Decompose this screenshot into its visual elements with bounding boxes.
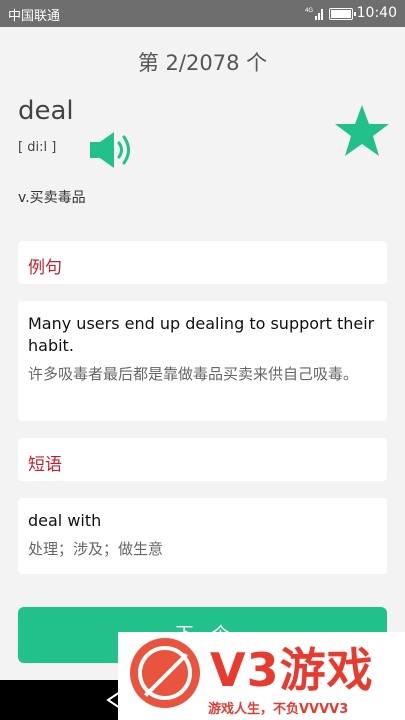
ad-logo-text: V3游戏 xyxy=(210,643,374,697)
example-chinese: 许多吸毒者最后都是靠做毒品买卖来供自己吸毒。 xyxy=(28,365,359,383)
phonetic: [ di:l ] xyxy=(18,140,57,155)
phrase-english: deal with xyxy=(28,511,102,530)
ad-logo-icon xyxy=(130,638,200,708)
word-meaning: v.买卖毒品 xyxy=(18,190,86,206)
status-bar: 中国联通 4G 10:40 xyxy=(0,0,405,27)
example-card: Many users end up dealing to support the… xyxy=(18,301,387,421)
phrase-header: 短语 xyxy=(28,455,62,475)
speaker-icon[interactable] xyxy=(88,130,136,170)
word-title: deal xyxy=(18,96,74,126)
battery-icon xyxy=(329,8,356,20)
carrier-label: 中国联通 xyxy=(8,9,61,24)
ad-slogan: 游戏人生，不负VVVV3 xyxy=(208,702,349,717)
favorite-star-icon[interactable] xyxy=(334,104,390,158)
ad-banner[interactable]: V3游戏 游戏人生，不负VVVV3 xyxy=(118,632,405,720)
clock: 10:40 xyxy=(356,5,397,21)
example-header-card: 例句 xyxy=(18,241,387,284)
phrase-header-card: 短语 xyxy=(18,438,387,481)
example-header: 例句 xyxy=(28,258,62,278)
phrase-chinese: 处理；涉及；做生意 xyxy=(28,540,164,558)
example-english: Many users end up dealing to support the… xyxy=(28,314,375,355)
word-counter: 第 2/2078 个 xyxy=(137,51,268,75)
phrase-card: deal with 处理；涉及；做生意 xyxy=(18,498,387,574)
signal-icon: 4G xyxy=(305,8,323,20)
network-label: 4G xyxy=(305,8,313,14)
